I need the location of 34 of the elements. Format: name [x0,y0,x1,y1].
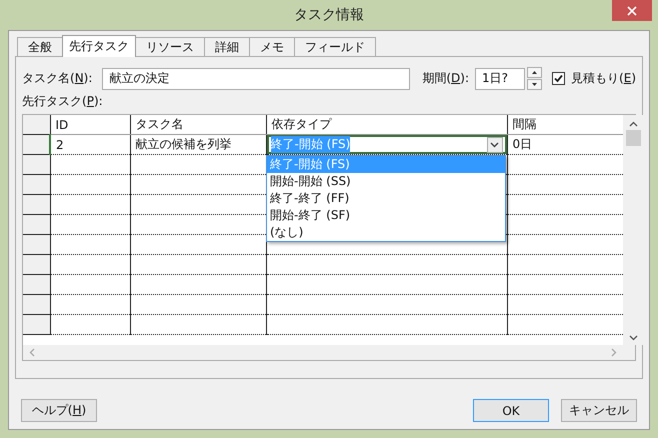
close-icon [627,6,637,16]
chevron-left-icon [29,348,35,357]
estimated-label: 見積もり(E) [571,70,636,87]
chevron-down-icon [628,335,638,341]
column-header[interactable]: ID [50,115,130,134]
check-icon [553,73,564,84]
duration-label: 期間(D): [422,70,470,87]
ok-button[interactable]: OK [473,399,549,422]
duration-field[interactable]: 1日? [475,68,526,90]
chevron-down-icon [490,142,499,148]
predecessors-label: 先行タスク(P): [22,93,104,110]
dropdown-option[interactable]: 開始-開始 (SS) [267,173,505,190]
tab[interactable]: 詳細 [204,37,250,56]
cancel-button[interactable]: キャンセル [561,399,637,422]
chevron-up-icon [628,121,638,127]
tab[interactable]: 先行タスク [62,35,136,57]
checkbox[interactable] [552,72,566,85]
tab[interactable]: 全般 [17,37,63,56]
dropdown-option[interactable]: (なし) [267,224,505,241]
window-title: タスク情報 [294,6,364,24]
spin-button[interactable] [527,67,542,90]
tab[interactable]: リソース [135,37,205,56]
chevron-right-icon [611,348,617,357]
close-button[interactable] [612,0,652,21]
column-header[interactable]: タスク名 [130,115,266,134]
dropdown-option[interactable]: 開始-終了 (SF) [267,207,505,224]
table-cell: 献立の候補を列挙 [130,134,266,154]
dropdown-option[interactable]: 終了-終了 (FF) [267,190,505,207]
task-name-label: タスク名(N): [22,70,92,87]
help-button[interactable]: ヘルプ(H) [21,399,97,422]
task-name-field[interactable]: 献立の決定 [102,68,410,90]
table-cell: 2 [50,134,130,154]
scroll-thumb[interactable] [626,130,640,146]
tab[interactable]: フィールド [294,37,376,56]
